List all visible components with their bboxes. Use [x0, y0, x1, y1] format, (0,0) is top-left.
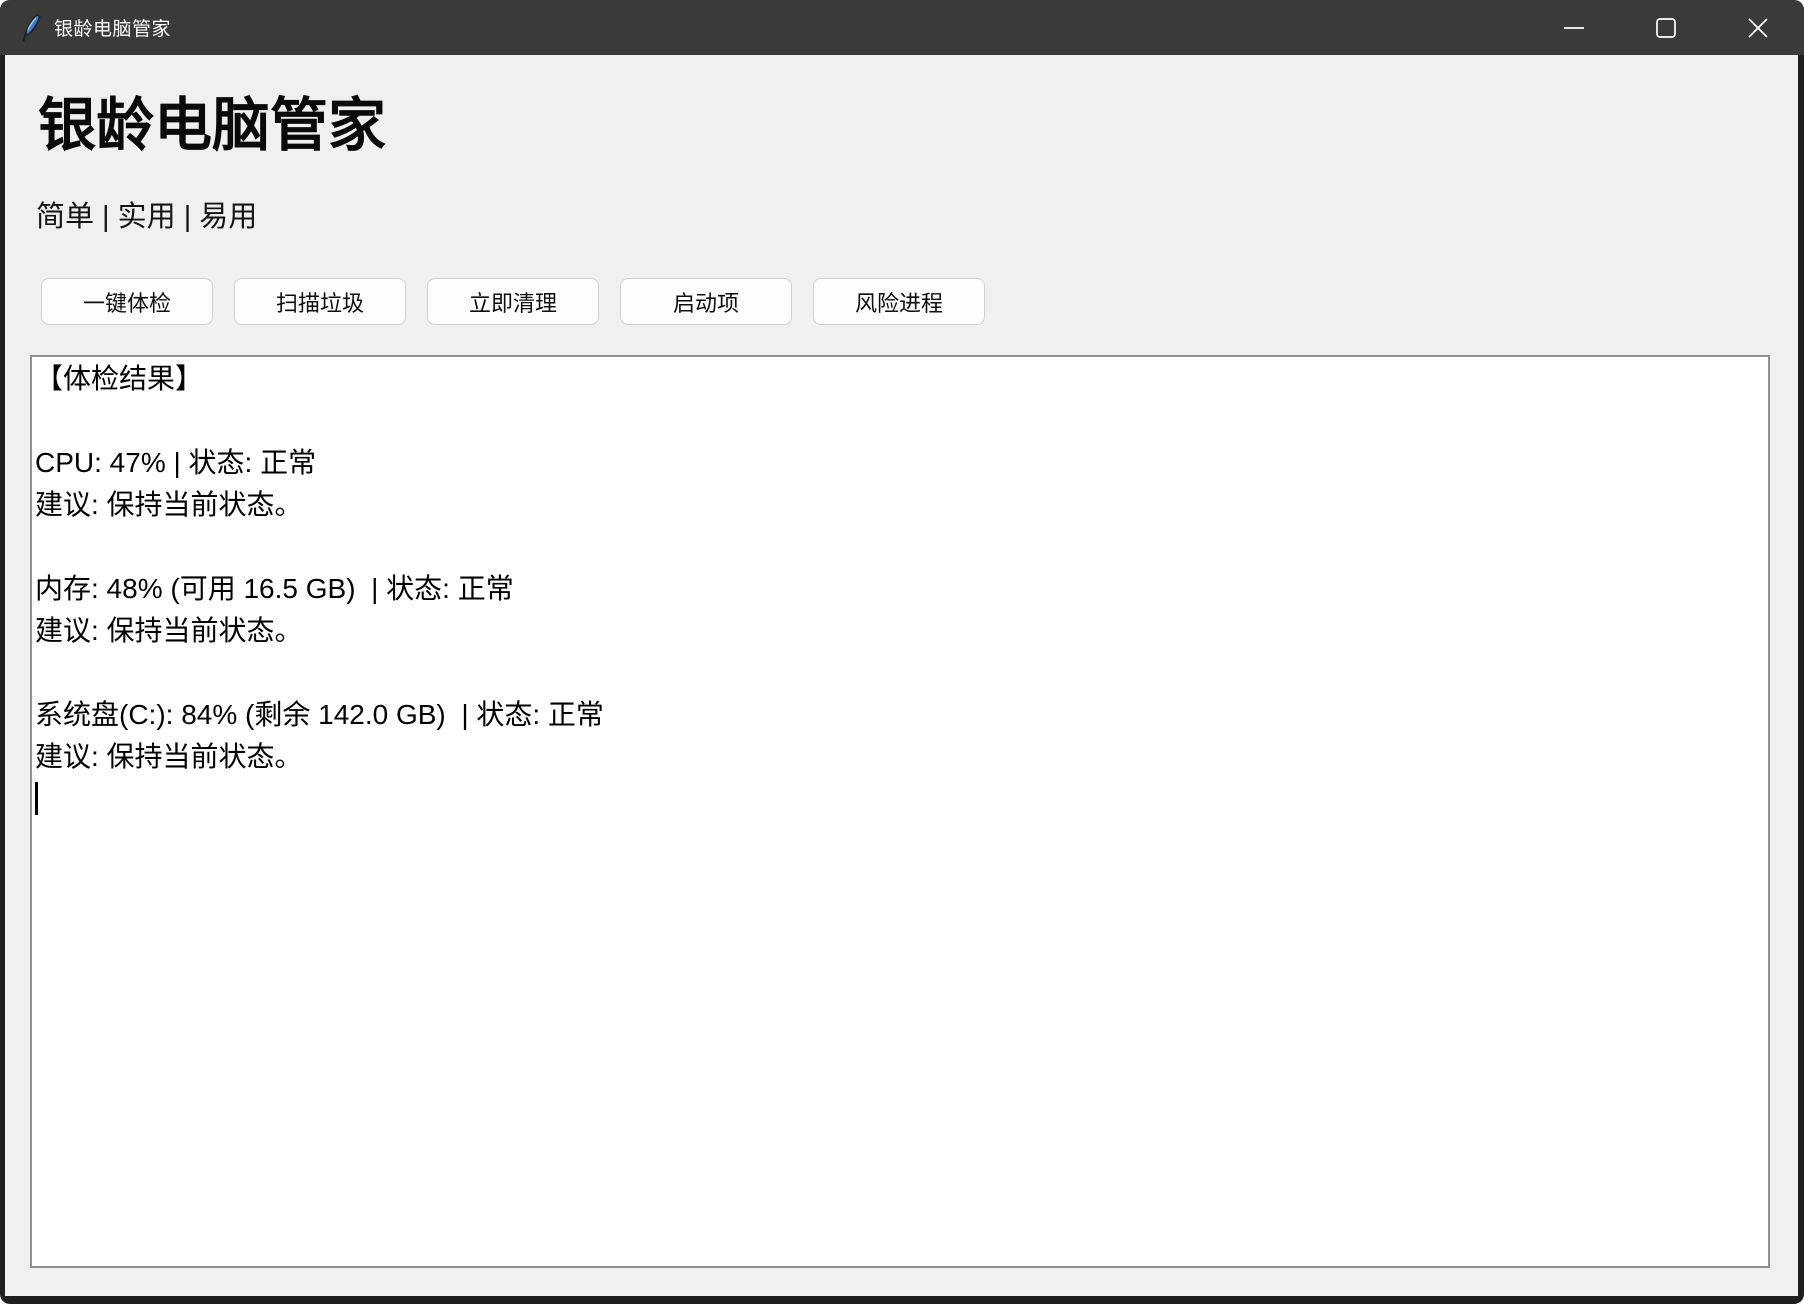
- close-button[interactable]: [1712, 0, 1804, 55]
- minimize-icon: [1563, 17, 1585, 39]
- result-line: 建议: 保持当前状态。: [35, 741, 303, 772]
- window-title: 银龄电脑管家: [54, 19, 172, 40]
- toolbar: 一键体检 扫描垃圾 立即清理 启动项 风险进程: [5, 278, 1798, 325]
- result-line: CPU: 47% | 状态: 正常: [35, 447, 317, 478]
- result-line: 建议: 保持当前状态。: [35, 615, 303, 646]
- titlebar: 银龄电脑管家: [0, 0, 1804, 55]
- result-line: 系统盘(C:): 84% (剩余 142.0 GB) | 状态: 正常: [35, 699, 604, 730]
- scan-junk-button[interactable]: 扫描垃圾: [234, 278, 406, 325]
- result-line: [35, 400, 1762, 442]
- close-icon: [1747, 17, 1769, 39]
- content-area: 银龄电脑管家 简单 | 实用 | 易用 一键体检 扫描垃圾 立即清理 启动项 风…: [5, 55, 1798, 1296]
- window-controls: [1528, 0, 1804, 55]
- result-line: 内存: 48% (可用 16.5 GB) | 状态: 正常: [35, 573, 514, 604]
- text-cursor: [35, 782, 38, 816]
- health-check-button[interactable]: 一键体检: [41, 278, 213, 325]
- result-line: 【体检结果】: [35, 363, 204, 394]
- python-feather-icon: [20, 13, 42, 43]
- maximize-button[interactable]: [1620, 0, 1712, 55]
- results-textarea[interactable]: 【体检结果】 CPU: 47% | 状态: 正常 建议: 保持当前状态。 内存:…: [30, 355, 1770, 1268]
- result-line: 建议: 保持当前状态。: [35, 489, 303, 520]
- cursor-line: [35, 778, 1762, 820]
- minimize-button[interactable]: [1528, 0, 1620, 55]
- screenshot-root: 银龄电脑管家 银龄电脑管家 简单 | 实用 | 易用 一键体检 扫描垃圾 立即清…: [0, 0, 1804, 1304]
- risky-processes-button[interactable]: 风险进程: [813, 278, 985, 325]
- tagline: 简单 | 实用 | 易用: [36, 201, 258, 233]
- page-title: 银龄电脑管家: [38, 93, 387, 158]
- app-window: 银龄电脑管家 银龄电脑管家 简单 | 实用 | 易用 一键体检 扫描垃圾 立即清…: [0, 0, 1804, 1304]
- maximize-icon: [1655, 17, 1677, 39]
- startup-items-button[interactable]: 启动项: [620, 278, 792, 325]
- clean-now-button[interactable]: 立即清理: [427, 278, 599, 325]
- result-line: [35, 526, 1762, 568]
- result-line: [35, 652, 1762, 694]
